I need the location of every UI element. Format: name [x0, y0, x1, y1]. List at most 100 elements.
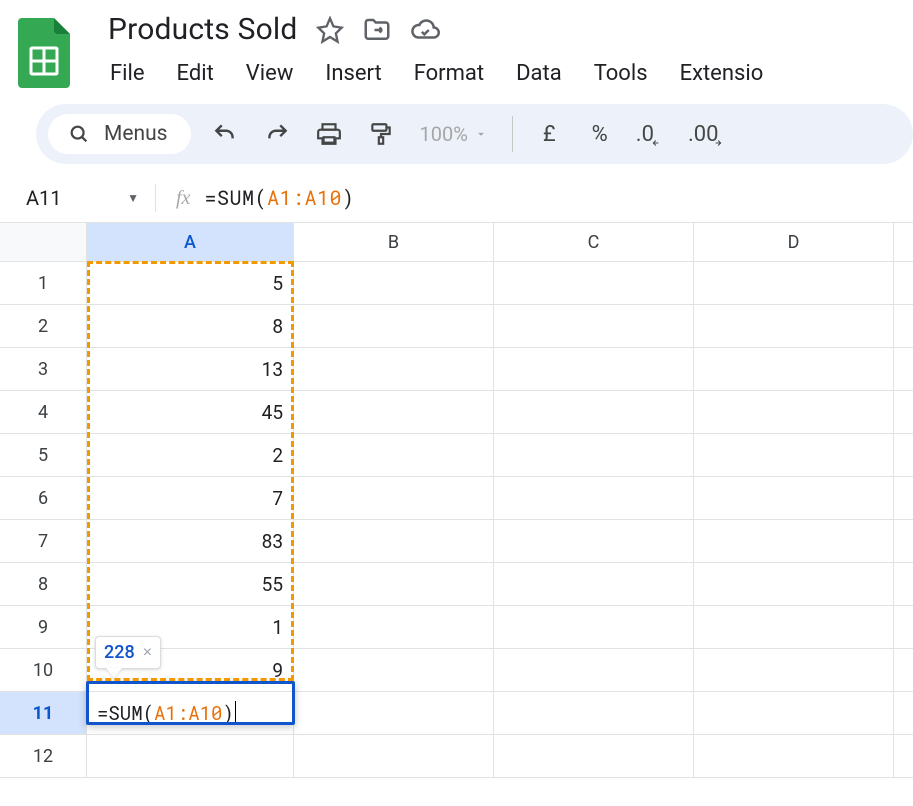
row-header[interactable]: 7 — [0, 520, 87, 562]
redo-button[interactable] — [259, 116, 295, 152]
cell[interactable] — [494, 348, 694, 390]
column-headers: A B C D — [0, 223, 913, 262]
row-header[interactable]: 3 — [0, 348, 87, 390]
table-row: 11 =SUM(A1:A10) — [0, 692, 913, 735]
star-icon[interactable] — [316, 16, 344, 44]
menu-extensions[interactable]: Extensio — [678, 57, 766, 90]
percent-button[interactable]: % — [582, 122, 618, 147]
cell[interactable] — [294, 348, 494, 390]
cell[interactable] — [494, 262, 694, 304]
cell[interactable] — [694, 735, 894, 777]
cell[interactable] — [494, 692, 694, 734]
table-row: 2 8 — [0, 305, 913, 348]
row-header[interactable]: 6 — [0, 477, 87, 519]
move-folder-icon[interactable] — [362, 15, 392, 45]
menu-file[interactable]: File — [108, 57, 147, 90]
cell[interactable] — [294, 606, 494, 648]
cell[interactable] — [694, 692, 894, 734]
cell[interactable] — [294, 262, 494, 304]
row-header[interactable]: 8 — [0, 563, 87, 605]
menu-view[interactable]: View — [244, 57, 296, 90]
row-header[interactable]: 11 — [0, 692, 87, 734]
cell[interactable] — [294, 692, 494, 734]
undo-button[interactable] — [207, 116, 243, 152]
menu-format[interactable]: Format — [412, 57, 486, 90]
cell-a4[interactable]: 45 — [87, 391, 294, 433]
sheets-logo[interactable] — [10, 10, 78, 90]
table-row: 1 5 — [0, 262, 913, 305]
select-all-corner[interactable] — [0, 223, 87, 261]
col-header-d[interactable]: D — [694, 223, 894, 261]
currency-button[interactable]: £ — [533, 122, 566, 147]
name-box[interactable]: A11 ▼ — [20, 186, 155, 210]
close-icon[interactable]: × — [143, 644, 152, 662]
cell[interactable] — [494, 434, 694, 476]
row-header[interactable]: 5 — [0, 434, 87, 476]
cell[interactable] — [87, 735, 294, 777]
cell[interactable] — [694, 563, 894, 605]
cloud-status-icon[interactable] — [410, 15, 440, 45]
cell-a5[interactable]: 2 — [87, 434, 294, 476]
cell[interactable] — [694, 606, 894, 648]
increase-decimal-button[interactable]: .00 — [686, 122, 735, 147]
menu-insert[interactable]: Insert — [323, 57, 383, 90]
table-row: 4 45 — [0, 391, 913, 434]
menu-tools[interactable]: Tools — [592, 57, 650, 90]
col-header-a[interactable]: A — [87, 223, 294, 261]
cell[interactable] — [694, 477, 894, 519]
cell[interactable] — [294, 735, 494, 777]
cell[interactable] — [294, 434, 494, 476]
arrow-right-small-icon — [712, 138, 726, 148]
cell[interactable] — [694, 305, 894, 347]
cell-a11[interactable]: =SUM(A1:A10) — [87, 692, 294, 734]
row-header[interactable]: 1 — [0, 262, 87, 304]
cell[interactable] — [694, 520, 894, 562]
cell[interactable] — [494, 649, 694, 691]
search-menus[interactable]: Menus — [48, 114, 191, 154]
row-header[interactable]: 9 — [0, 606, 87, 648]
formula-bar[interactable]: =SUM(A1:A10) — [204, 185, 354, 211]
redo-icon — [264, 121, 290, 147]
col-header-c[interactable]: C — [494, 223, 694, 261]
cell-a7[interactable]: 83 — [87, 520, 294, 562]
table-row: 7 83 — [0, 520, 913, 563]
cell[interactable] — [494, 606, 694, 648]
doc-title[interactable]: Products Sold — [108, 12, 298, 47]
menu-data[interactable]: Data — [514, 57, 564, 90]
cell-a1[interactable]: 5 — [87, 262, 294, 304]
paint-format-button[interactable] — [363, 116, 399, 152]
cell-a2[interactable]: 8 — [87, 305, 294, 347]
cell[interactable] — [494, 477, 694, 519]
decrease-decimal-button[interactable]: .0 — [634, 122, 670, 147]
cell[interactable] — [294, 477, 494, 519]
cell[interactable] — [694, 391, 894, 433]
cell[interactable] — [694, 434, 894, 476]
menu-edit[interactable]: Edit — [175, 57, 216, 90]
col-header-b[interactable]: B — [294, 223, 494, 261]
cell-a3[interactable]: 13 — [87, 348, 294, 390]
print-button[interactable] — [311, 116, 347, 152]
cell[interactable] — [494, 563, 694, 605]
row-header[interactable]: 4 — [0, 391, 87, 433]
table-row: 6 7 — [0, 477, 913, 520]
cell[interactable] — [694, 262, 894, 304]
row-header[interactable]: 2 — [0, 305, 87, 347]
cell[interactable] — [494, 520, 694, 562]
row-header[interactable]: 12 — [0, 735, 87, 777]
cell[interactable] — [294, 649, 494, 691]
cell[interactable] — [294, 563, 494, 605]
cell[interactable] — [694, 649, 894, 691]
cell[interactable] — [694, 348, 894, 390]
cell[interactable] — [294, 305, 494, 347]
cell-a8[interactable]: 55 — [87, 563, 294, 605]
cell[interactable] — [494, 735, 694, 777]
cell-a6[interactable]: 7 — [87, 477, 294, 519]
zoom-dropdown[interactable]: 100% — [415, 122, 491, 146]
cell[interactable] — [294, 520, 494, 562]
paint-roller-icon — [368, 121, 394, 147]
row-header[interactable]: 10 — [0, 649, 87, 691]
cell[interactable] — [294, 391, 494, 433]
cell[interactable] — [494, 391, 694, 433]
cell[interactable] — [494, 305, 694, 347]
spreadsheet-grid[interactable]: A B C D 1 5 2 8 3 13 4 45 5 2 6 — [0, 223, 913, 778]
